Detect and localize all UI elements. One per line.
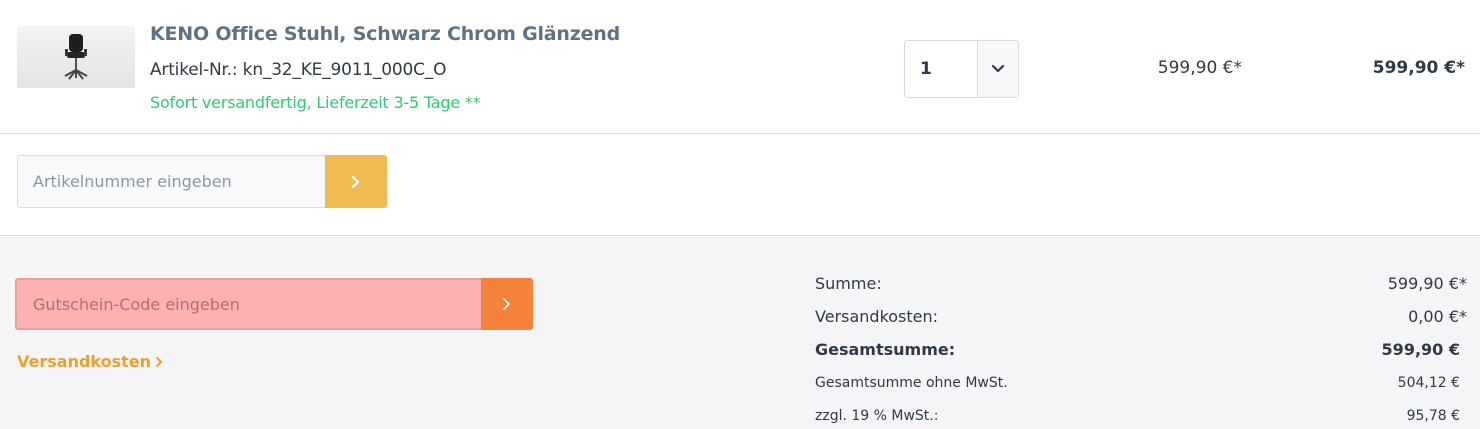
quantity-select[interactable]: 1 — [904, 40, 1019, 98]
quantity-value: 1 — [920, 59, 932, 79]
summary-row-subtotal: Summe: 599,90 €* — [815, 267, 1467, 300]
grand-total-value: 599,90 € — [1381, 340, 1460, 359]
voucher-code-input[interactable] — [15, 278, 481, 330]
chevron-down-icon[interactable] — [977, 41, 1018, 97]
unit-price: 599,90 €* — [1157, 58, 1242, 78]
order-summary: Summe: 599,90 €* Versandkosten: 0,00 €* … — [815, 267, 1467, 429]
add-article-row — [0, 135, 1480, 236]
grand-total-label: Gesamtsumme: — [815, 340, 956, 359]
add-article-form — [17, 155, 387, 208]
shipping-label: Versandkosten: — [815, 307, 939, 326]
subtotal-value: 599,90 €* — [1387, 274, 1467, 293]
chevron-right-icon — [156, 356, 163, 367]
cart-footer: Versandkosten Summe: 599,90 €* Versandko… — [0, 237, 1480, 429]
office-chair-icon — [64, 34, 88, 80]
tax-value: 95,78 € — [1406, 407, 1460, 424]
summary-row-shipping: Versandkosten: 0,00 €* — [815, 300, 1467, 333]
chevron-right-icon — [503, 298, 510, 310]
item-total-price: 599,90 €* — [1372, 58, 1465, 78]
add-article-button[interactable] — [325, 155, 387, 208]
cart-item-row: KENO Office Stuhl, Schwarz Chrom Glänzen… — [0, 0, 1480, 134]
product-image[interactable] — [17, 26, 135, 88]
summary-row-tax: zzgl. 19 % MwSt.: 95,78 € — [815, 399, 1467, 429]
product-sku-value: kn_32_KE_9011_000C_O — [242, 60, 447, 80]
delivery-status: Sofort versandfertig, Lieferzeit 3-5 Tag… — [150, 93, 481, 112]
voucher-submit-button[interactable] — [481, 278, 533, 330]
shipping-costs-link[interactable]: Versandkosten — [17, 352, 163, 371]
product-sku-label: Artikel-Nr.: — [150, 60, 238, 80]
chevron-right-icon — [351, 175, 360, 188]
tax-label: zzgl. 19 % MwSt.: — [815, 407, 939, 424]
product-name-link[interactable]: KENO Office Stuhl, Schwarz Chrom Glänzen… — [150, 23, 620, 45]
summary-row-net: Gesamtsumme ohne MwSt. 504,12 € — [815, 366, 1467, 399]
summary-row-total: Gesamtsumme: 599,90 € — [815, 333, 1467, 366]
shipping-costs-label: Versandkosten — [17, 352, 152, 371]
subtotal-label: Summe: — [815, 274, 882, 293]
article-number-input[interactable] — [17, 155, 325, 208]
voucher-form — [15, 278, 533, 330]
net-total-label: Gesamtsumme ohne MwSt. — [815, 374, 1008, 391]
product-sku: Artikel-Nr.: kn_32_KE_9011_000C_O — [150, 60, 446, 80]
net-total-value: 504,12 € — [1397, 374, 1460, 391]
shipping-value: 0,00 €* — [1408, 307, 1467, 326]
